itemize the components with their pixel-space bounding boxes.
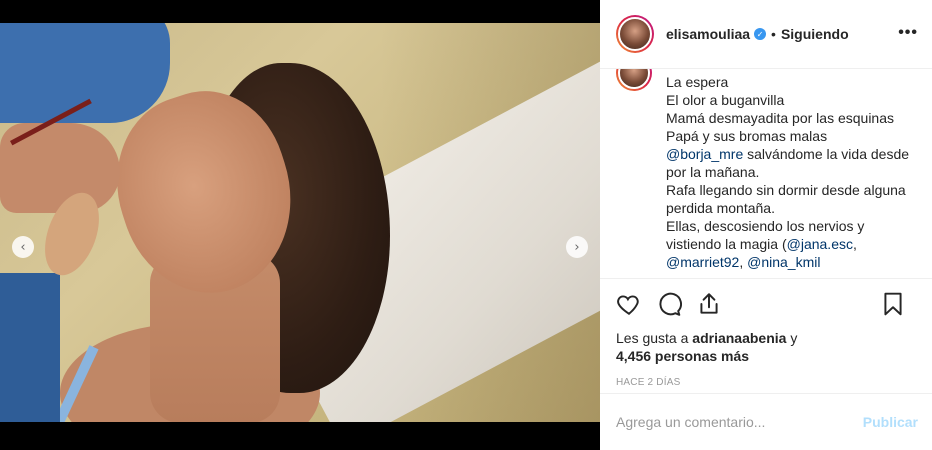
caption-line: Rafa llegando sin dormir desde alguna [666,181,922,199]
caption-fragment: La espera [666,74,729,90]
caption-line: La espera [666,73,922,91]
avatar-image [618,17,652,51]
more-options-icon[interactable]: ••• [898,24,918,42]
post-side-panel: elisamouliaa ✓ • Siguiendo ••• La espera… [600,0,932,450]
heart-icon[interactable] [616,291,642,317]
caption-line: @borja_mre salvándome la vida desde [666,145,922,163]
caption-line: @marriet92, @nina_kmil [666,253,922,271]
comment-form: Publicar [600,393,932,450]
post-header: elisamouliaa ✓ • Siguiendo ••• [600,0,932,69]
likes-prefix: Les gusta a [616,330,693,346]
caption-fragment: Papá y sus bromas malas [666,128,828,144]
likes-suffix: y [786,330,798,346]
caption-text: La espera El olor a buganvilla Mamá desmay… [666,73,922,271]
bookmark-icon[interactable] [880,291,906,317]
username-link[interactable]: elisamouliaa [666,26,750,42]
caption-fragment: Rafa llegando sin dormir desde alguna [666,182,906,198]
caption-line: Ellas, descosiendo los nervios y [666,217,922,235]
photo-arm-sleeve [0,23,170,123]
mention-link[interactable]: @borja_mre [666,146,743,162]
caption-line: El olor a buganvilla [666,91,922,109]
caption-fragment: salvándome la vida desde [743,146,910,162]
comment-input[interactable] [616,414,836,430]
caption-line: vistiendo la magia (@jana.esc, [666,235,922,253]
caption-avatar[interactable] [616,69,652,91]
post-timestamp[interactable]: HACE 2 DÍAS [600,377,932,388]
caption-line: por la mañana. [666,163,922,181]
caption-fragment: perdida montaña. [666,200,775,216]
caption-fragment: El olor a buganvilla [666,92,785,108]
caption-fragment: por la mañana. [666,164,760,180]
verified-badge-icon: ✓ [754,28,767,40]
mention-link[interactable]: @nina_kmil [747,254,820,270]
caption-fragment: , [852,236,857,252]
action-bar [600,279,932,329]
caption-fragment: vistiendo la magia ( [666,236,787,252]
follow-status-button[interactable]: Siguiendo [781,26,849,42]
caption-area[interactable]: La espera El olor a buganvilla Mamá desmay… [600,69,932,279]
caption-avatar-image [618,69,650,89]
share-icon[interactable] [696,291,722,317]
caption-line: Papá y sus bromas malas [666,127,922,145]
carousel-prev-button[interactable]: ‹ [12,236,34,258]
caption-fragment: , [739,254,748,270]
mention-link[interactable]: @marriet92 [666,254,739,270]
avatar[interactable] [616,15,654,53]
publish-button[interactable]: Publicar [863,414,918,430]
caption-line: perdida montaña. [666,199,922,217]
caption-line: Mamá desmayadita por las esquinas [666,109,922,127]
caption-fragment: Mamá desmayadita por las esquinas [666,110,895,126]
caption-fragment: Ellas, descosiendo los nervios y [666,218,865,234]
mention-link[interactable]: @jana.esc [787,236,853,252]
carousel-next-button[interactable]: › [566,236,588,258]
photo-shirt [0,273,60,422]
post-photo[interactable]: ‹ › [0,23,600,422]
liker-username[interactable]: adrianaabenia [692,330,786,346]
comment-icon[interactable] [656,291,682,317]
likes-count-link[interactable]: 4,456 personas más [616,348,749,364]
header-separator: • [771,26,776,42]
likes-summary: Les gusta a adrianaabenia y 4,456 person… [600,329,932,365]
